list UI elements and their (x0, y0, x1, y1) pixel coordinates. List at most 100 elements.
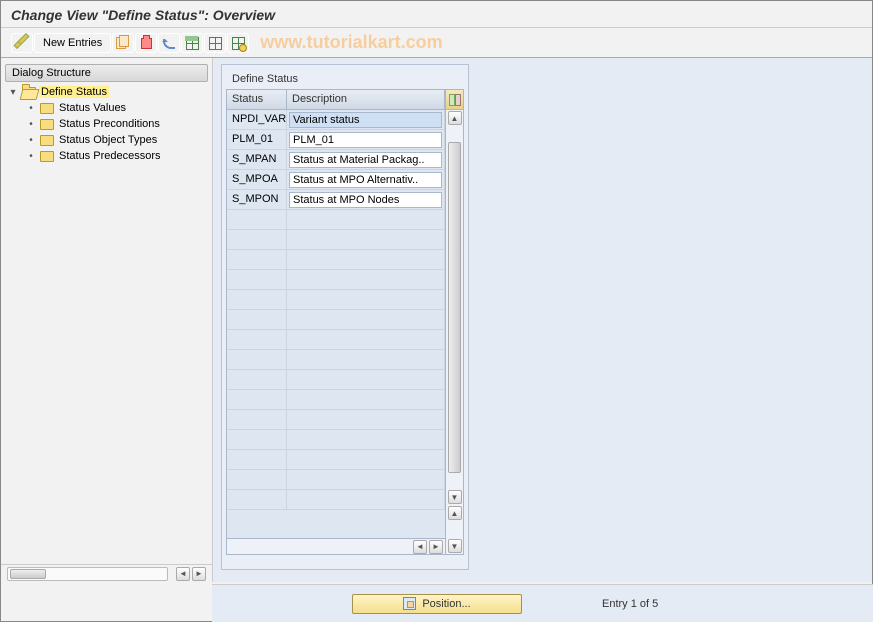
table-row-empty[interactable] (227, 390, 445, 410)
scroll-right-button[interactable]: ► (192, 567, 206, 581)
scroll-down-button[interactable]: ▼ (448, 490, 462, 504)
table-row[interactable]: NPDI_VARVariant status (227, 110, 445, 130)
select-block-button[interactable] (204, 33, 226, 53)
tree-node-status-predecessors[interactable]: • Status Predecessors (5, 148, 208, 164)
cell-description (287, 430, 445, 449)
tree-node-define-status[interactable]: ▾ Define Status (5, 84, 208, 100)
watermark: www.tutorialkart.com (260, 32, 442, 53)
cell-description (287, 450, 445, 469)
table-row-empty[interactable] (227, 410, 445, 430)
table-row[interactable]: S_MPOAStatus at MPO Alternativ.. (227, 170, 445, 190)
scroll-left-button[interactable]: ◄ (176, 567, 190, 581)
description-input[interactable]: Status at MPO Alternativ.. (289, 172, 442, 188)
cell-status[interactable] (227, 470, 287, 489)
copy-button[interactable] (112, 33, 134, 53)
cell-description (287, 210, 445, 229)
description-input[interactable]: Status at Material Packag.. (289, 152, 442, 168)
cell-description (287, 290, 445, 309)
cell-description: Status at MPO Nodes (287, 190, 445, 209)
copy-icon (116, 36, 130, 50)
cell-status[interactable] (227, 350, 287, 369)
table-vscroll: ▲ ▼ ▲ ▼ (445, 90, 463, 554)
dialog-structure-panel: Dialog Structure ▾ Define Status • Statu… (1, 58, 213, 582)
table-row-empty[interactable] (227, 330, 445, 350)
description-input[interactable]: PLM_01 (289, 132, 442, 148)
hscroll-thumb[interactable] (10, 569, 46, 579)
page-down-button[interactable]: ▼ (448, 539, 462, 553)
undo-button[interactable] (158, 33, 180, 53)
bullet-icon: • (25, 103, 37, 114)
table-wrap: Status Description NPDI_VARVariant statu… (226, 89, 464, 555)
tree-node-status-object-types[interactable]: • Status Object Types (5, 132, 208, 148)
cell-description: Variant status (287, 110, 445, 129)
table-row[interactable]: S_MPANStatus at Material Packag.. (227, 150, 445, 170)
cell-status[interactable] (227, 290, 287, 309)
table-row-empty[interactable] (227, 450, 445, 470)
cell-description (287, 330, 445, 349)
new-entries-button[interactable]: New Entries (34, 33, 111, 53)
cell-status[interactable] (227, 390, 287, 409)
cell-status[interactable]: PLM_01 (227, 130, 287, 149)
cell-status[interactable] (227, 410, 287, 429)
tree-node-status-values[interactable]: • Status Values (5, 100, 208, 116)
col-description[interactable]: Description (287, 90, 445, 109)
cell-status[interactable] (227, 310, 287, 329)
table-row-empty[interactable] (227, 430, 445, 450)
delete-icon (139, 36, 153, 50)
cell-status[interactable] (227, 270, 287, 289)
table-row[interactable]: S_MPONStatus at MPO Nodes (227, 190, 445, 210)
cell-status[interactable]: S_MPOA (227, 170, 287, 189)
col-status[interactable]: Status (227, 90, 287, 109)
deselect-all-button[interactable] (227, 33, 249, 53)
cell-description (287, 270, 445, 289)
table-row-empty[interactable] (227, 350, 445, 370)
col-left-button[interactable]: ◄ (413, 540, 427, 554)
description-input[interactable]: Variant status (289, 112, 442, 128)
tree-node-status-preconditions[interactable]: • Status Preconditions (5, 116, 208, 132)
vscroll-thumb[interactable] (448, 142, 461, 473)
table-row-empty[interactable] (227, 210, 445, 230)
cell-status[interactable] (227, 450, 287, 469)
cell-status[interactable]: S_MPON (227, 190, 287, 209)
hscroll-track[interactable] (7, 567, 168, 581)
collapse-icon[interactable]: ▾ (7, 87, 19, 98)
table-row-empty[interactable] (227, 250, 445, 270)
cell-status[interactable] (227, 430, 287, 449)
cell-status[interactable] (227, 330, 287, 349)
scroll-up-button[interactable]: ▲ (448, 111, 462, 125)
vscroll-track[interactable] (448, 142, 461, 473)
table-main: Status Description NPDI_VARVariant statu… (227, 90, 445, 554)
description-input[interactable]: Status at MPO Nodes (289, 192, 442, 208)
select-all-button[interactable] (181, 33, 203, 53)
table-row[interactable]: PLM_01PLM_01 (227, 130, 445, 150)
col-right-button[interactable]: ► (429, 540, 443, 554)
page-up-button[interactable]: ▲ (448, 506, 462, 520)
cell-status[interactable]: NPDI_VAR (227, 110, 287, 129)
table-config-button[interactable] (446, 90, 463, 110)
config-columns-icon (449, 94, 461, 106)
table-row-empty[interactable] (227, 270, 445, 290)
content-area: Dialog Structure ▾ Define Status • Statu… (1, 58, 872, 582)
delete-button[interactable] (135, 33, 157, 53)
cell-description: Status at Material Packag.. (287, 150, 445, 169)
tree-hscroll: ◄ ► (1, 564, 212, 582)
cell-status[interactable] (227, 250, 287, 269)
cell-description (287, 470, 445, 489)
bullet-icon: • (25, 119, 37, 130)
cell-status[interactable] (227, 210, 287, 229)
table-row-empty[interactable] (227, 290, 445, 310)
tree-node-label: Status Predecessors (57, 150, 163, 162)
table-hscroll: ◄ ► (227, 538, 445, 554)
cell-status[interactable] (227, 370, 287, 389)
table-row-empty[interactable] (227, 470, 445, 490)
cell-status[interactable] (227, 490, 287, 509)
table-row-empty[interactable] (227, 310, 445, 330)
table-row-empty[interactable] (227, 230, 445, 250)
other-view-button[interactable] (11, 33, 33, 53)
position-button[interactable]: Position... (352, 594, 522, 614)
table-row-empty[interactable] (227, 370, 445, 390)
toolbar: New Entries www.tutorialkart.com (1, 28, 872, 58)
table-row-empty[interactable] (227, 490, 445, 510)
cell-status[interactable] (227, 230, 287, 249)
cell-status[interactable]: S_MPAN (227, 150, 287, 169)
